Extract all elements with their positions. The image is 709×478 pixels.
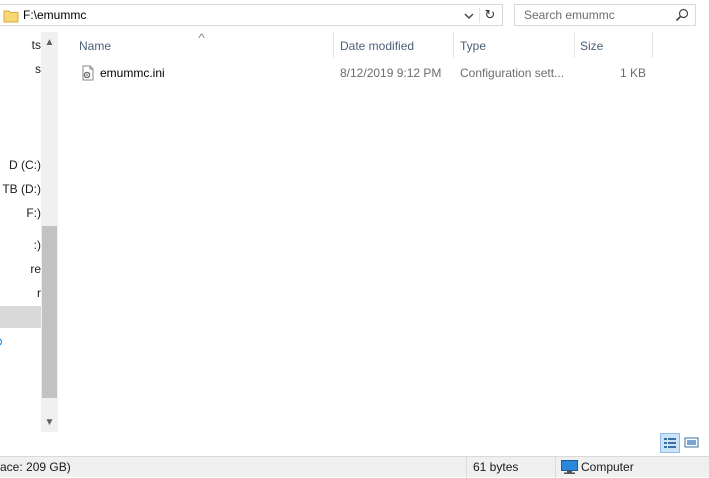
address-separator bbox=[479, 8, 480, 23]
address-toolbar: F:\emummc ↻ Search emummc bbox=[0, 0, 709, 32]
column-header-label: Type bbox=[460, 39, 487, 53]
chevron-right-icon[interactable] bbox=[0, 338, 2, 346]
scrollbar-thumb[interactable] bbox=[42, 226, 57, 398]
column-header-label: Date modified bbox=[340, 39, 415, 53]
status-divider bbox=[555, 457, 556, 478]
address-bar[interactable]: F:\emummc ↻ bbox=[0, 4, 503, 26]
file-size: 1 KB bbox=[619, 66, 646, 80]
file-type: Configuration sett... bbox=[460, 66, 565, 80]
status-bar: ace: 209 GB) 61 bytes Computer bbox=[0, 456, 709, 478]
column-header-label: Name bbox=[79, 39, 112, 53]
nav-item[interactable]: s bbox=[0, 58, 41, 80]
search-icon[interactable] bbox=[675, 8, 689, 22]
column-header-size[interactable]: Size bbox=[574, 38, 652, 62]
status-divider bbox=[466, 457, 467, 478]
status-selection-size: 61 bytes bbox=[473, 460, 519, 474]
file-name: emummc.ini bbox=[100, 66, 165, 80]
file-list: ˄ Name Date modified Type Size emummc.in… bbox=[60, 31, 709, 456]
column-header-type[interactable]: Type bbox=[454, 38, 574, 62]
file-date-modified: 8/12/2019 9:12 PM bbox=[340, 66, 442, 80]
search-input[interactable]: Search emummc bbox=[524, 8, 615, 22]
details-view-button[interactable] bbox=[660, 433, 680, 453]
nav-item[interactable]: re bbox=[0, 258, 41, 280]
nav-item-label: F:) bbox=[26, 206, 41, 220]
scroll-up-arrow-icon[interactable]: ▲ bbox=[41, 34, 58, 51]
navigation-pane: ts s D (C:) TB (D:) F:) :) re r ▲ ▼ bbox=[0, 32, 59, 456]
nav-item-label: ts bbox=[31, 38, 41, 52]
address-path[interactable]: F:\emummc bbox=[23, 8, 86, 22]
nav-item-label: TB (D:) bbox=[2, 182, 41, 196]
computer-icon bbox=[561, 460, 578, 474]
column-header-label: Size bbox=[580, 39, 604, 53]
nav-item-drive-d[interactable]: TB (D:) bbox=[0, 178, 41, 200]
nav-item-label: re bbox=[30, 262, 41, 276]
column-divider[interactable] bbox=[652, 32, 653, 58]
config-file-icon bbox=[82, 65, 94, 81]
file-row[interactable]: emummc.ini 8/12/2019 9:12 PM Configurati… bbox=[60, 62, 709, 84]
folder-icon bbox=[3, 10, 19, 23]
nav-item-selected[interactable] bbox=[0, 306, 41, 328]
nav-item-drive-c[interactable]: D (C:) bbox=[0, 154, 41, 176]
chevron-down-icon[interactable] bbox=[462, 9, 476, 23]
column-header-date-modified[interactable]: Date modified bbox=[334, 38, 453, 62]
large-icons-view-button[interactable] bbox=[682, 433, 702, 453]
view-toggle bbox=[660, 433, 702, 453]
scroll-down-arrow-icon[interactable]: ▼ bbox=[41, 414, 58, 431]
search-box[interactable]: Search emummc bbox=[514, 4, 696, 26]
nav-scrollbar[interactable]: ▲ ▼ bbox=[41, 32, 58, 432]
nav-item-label: D (C:) bbox=[9, 158, 41, 172]
nav-item[interactable]: :) bbox=[0, 234, 41, 256]
nav-item-label: :) bbox=[33, 238, 41, 252]
large-icons-view-icon bbox=[684, 437, 699, 448]
nav-item-drive-f[interactable]: F:) bbox=[0, 202, 41, 224]
column-header-name[interactable]: Name bbox=[73, 38, 333, 62]
nav-item[interactable]: ts bbox=[0, 34, 41, 56]
details-view-icon bbox=[664, 438, 676, 448]
status-location: Computer bbox=[581, 460, 634, 474]
nav-item[interactable]: r bbox=[0, 282, 41, 304]
status-free-space: ace: 209 GB) bbox=[0, 460, 71, 474]
refresh-icon[interactable]: ↻ bbox=[482, 7, 498, 23]
